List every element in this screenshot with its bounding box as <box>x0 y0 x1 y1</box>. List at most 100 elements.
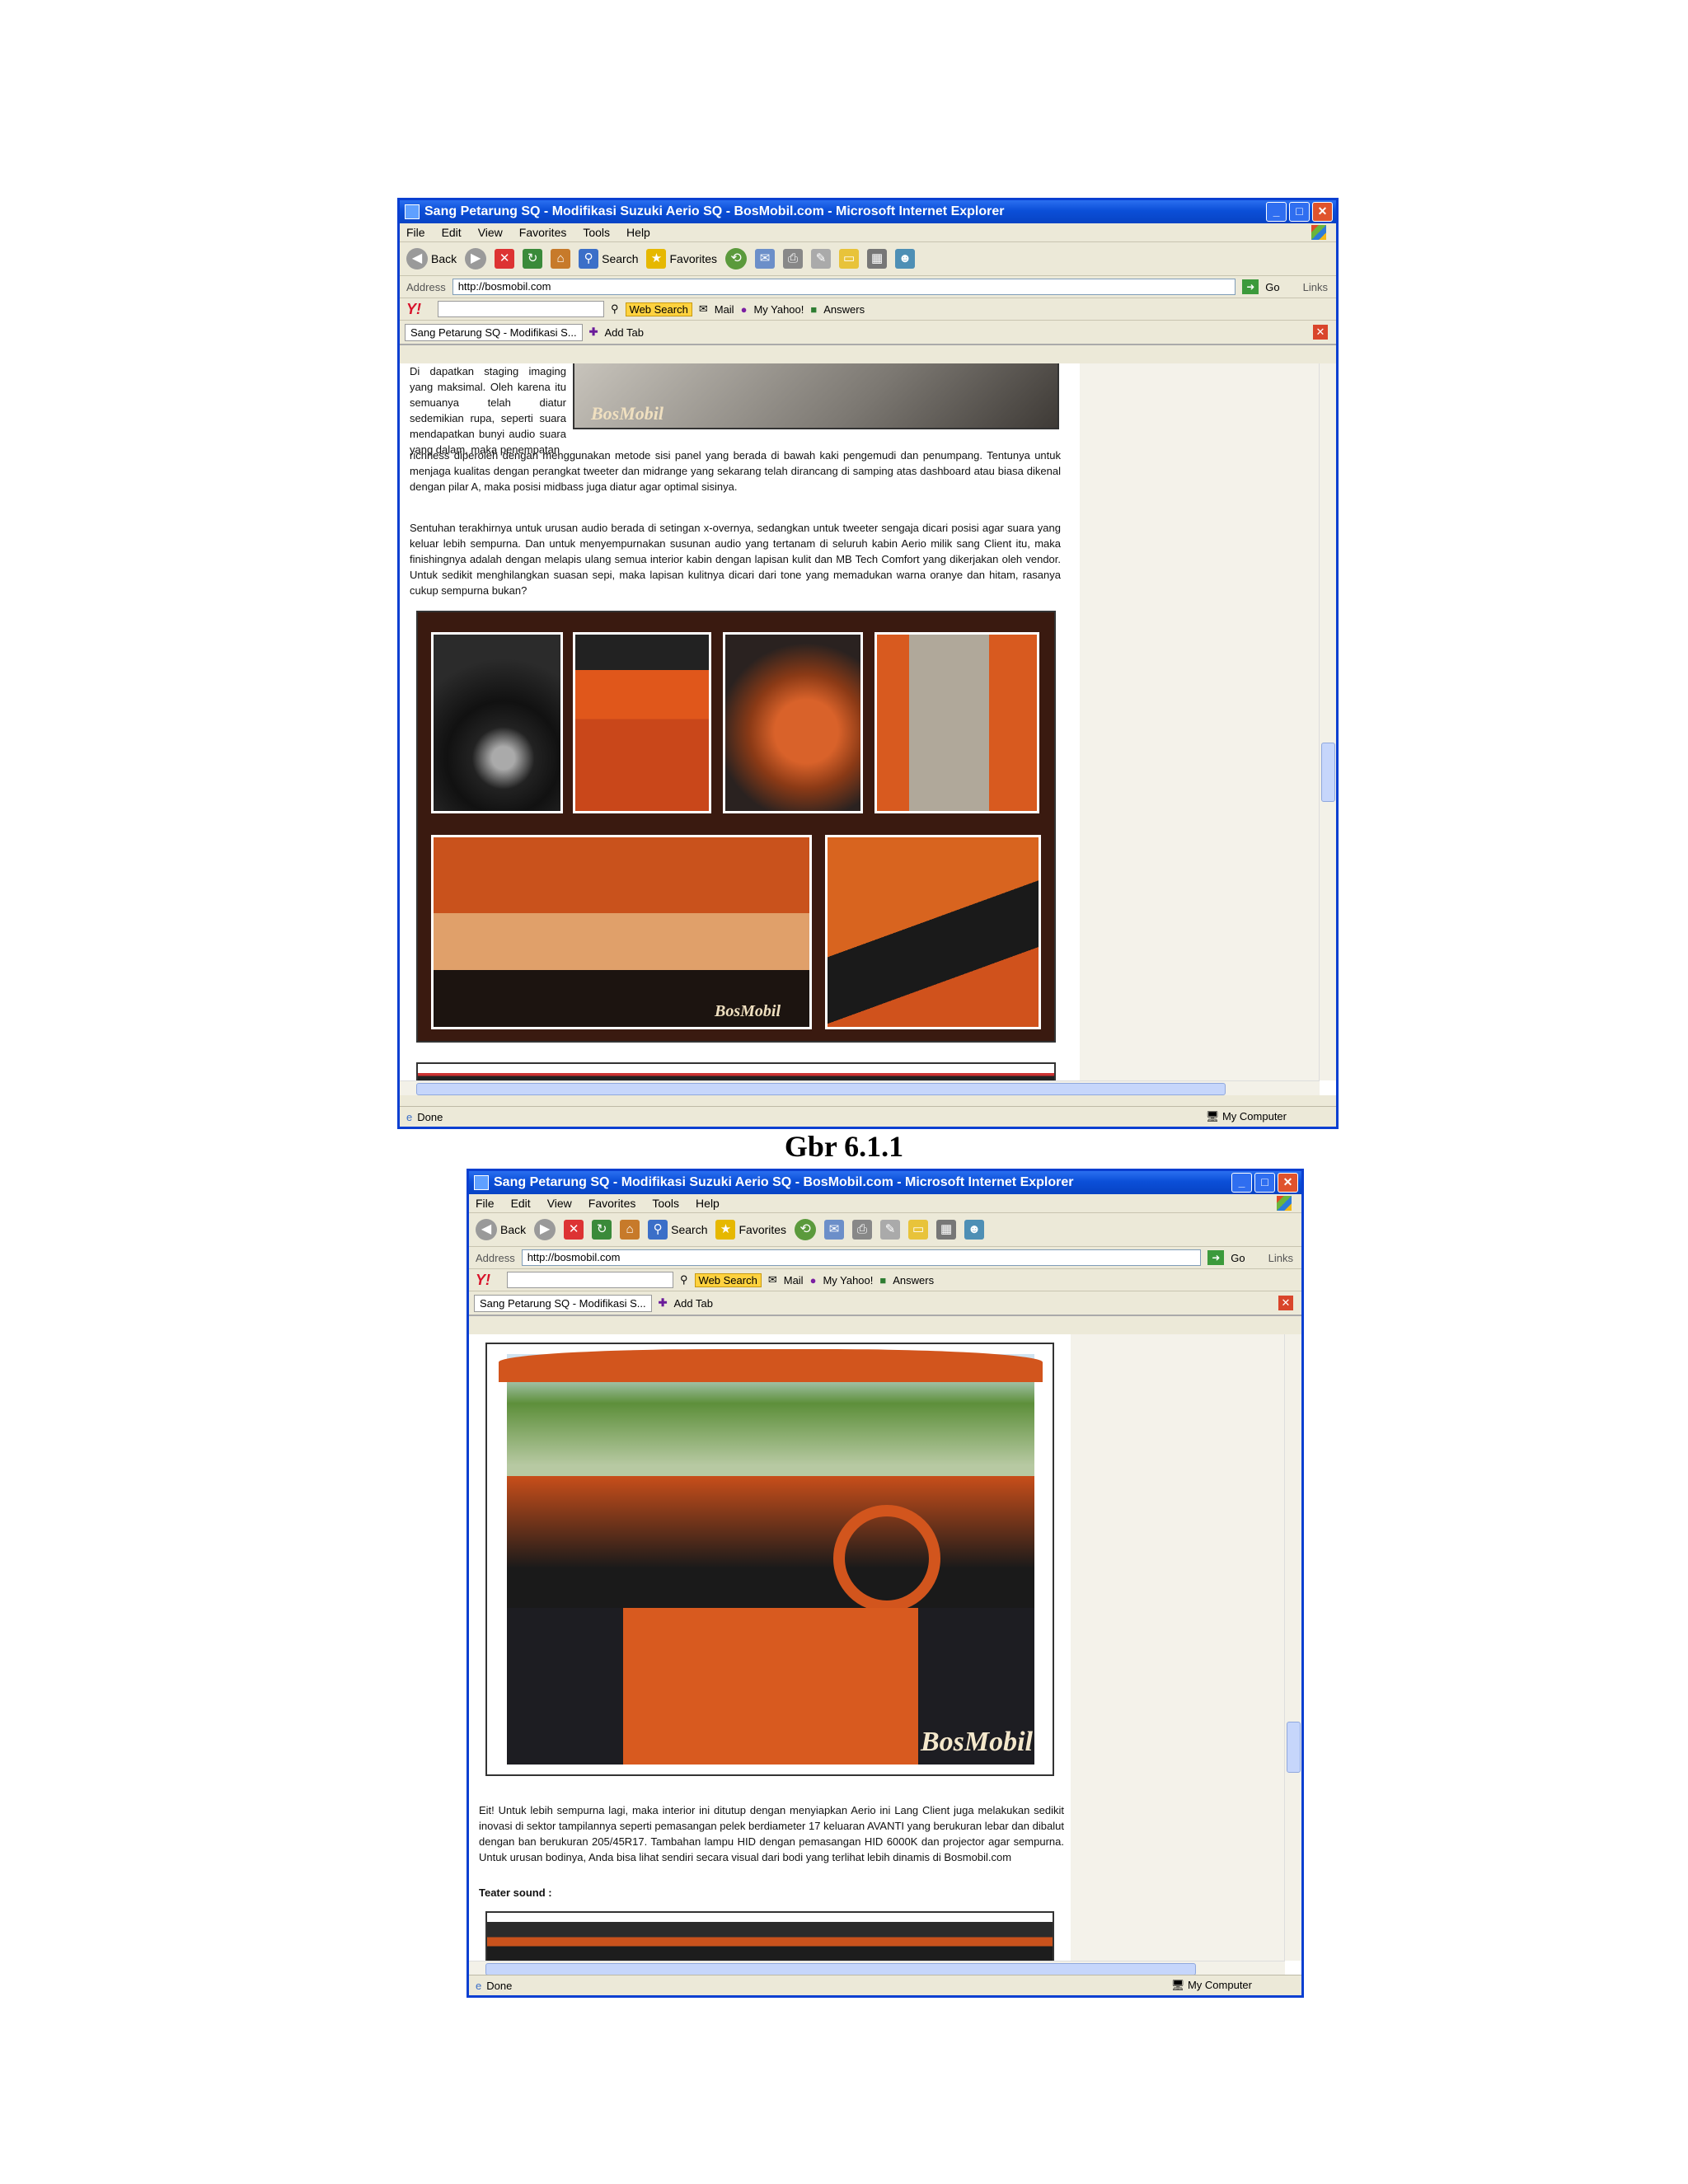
history-icon[interactable]: ⟲ <box>725 248 748 269</box>
vertical-scrollbar[interactable] <box>1319 363 1336 1080</box>
mail-icon[interactable]: ✉ <box>755 249 776 269</box>
toolbar: ◀ Back ▶ ✕ ↻ ⌂ ⚲ Search ★ Favorites ⟲ ✉ ⎙ ✎… <box>400 242 1336 276</box>
refresh-icon[interactable]: ↻ <box>592 1220 612 1240</box>
yahoo-search-input[interactable] <box>438 301 604 317</box>
collage-dashboard <box>825 835 1041 1029</box>
web-search-button[interactable]: Web Search <box>625 302 692 316</box>
maximize-button[interactable]: □ <box>1289 202 1310 222</box>
ie-icon <box>474 1175 489 1190</box>
menu-help[interactable]: Help <box>696 1197 720 1210</box>
add-tab-button[interactable]: Add Tab <box>605 326 644 339</box>
car-photo-top: BosMobil <box>573 363 1059 429</box>
audio-collage-photo: BosMobil <box>416 611 1056 1043</box>
add-tab-icon[interactable]: ✚ <box>659 1296 668 1310</box>
horizontal-scrollbar[interactable] <box>469 1961 1285 1975</box>
address-label: Address <box>406 280 446 293</box>
mail-icon[interactable]: ✉ <box>768 1273 777 1286</box>
stop-icon[interactable]: ✕ <box>495 249 515 269</box>
maximize-button[interactable]: □ <box>1254 1173 1275 1193</box>
search-icon[interactable]: ⚲ <box>611 302 619 316</box>
go-button[interactable]: Go <box>1231 1252 1245 1264</box>
links-button[interactable]: Links <box>1268 1252 1301 1264</box>
menu-view[interactable]: View <box>547 1197 572 1210</box>
window-title: Sang Petarung SQ - Modifikasi Suzuki Aer… <box>494 1175 1074 1189</box>
yahoo-mail-link[interactable]: Mail <box>784 1274 804 1286</box>
menu-favorites[interactable]: Favorites <box>588 1197 636 1210</box>
mail-icon[interactable]: ✉ <box>824 1220 845 1240</box>
search-icon[interactable]: ⚲ <box>680 1273 688 1286</box>
yahoo-mail-link[interactable]: Mail <box>715 303 734 316</box>
vertical-scrollbar[interactable] <box>1284 1334 1301 1961</box>
menu-edit[interactable]: Edit <box>442 226 462 239</box>
yahoo-search-input[interactable] <box>507 1272 673 1288</box>
menu-file[interactable]: File <box>476 1197 495 1210</box>
address-input[interactable]: http://bosmobil.com <box>521 1249 1202 1266</box>
collage-door-panel <box>874 632 1039 813</box>
print-icon[interactable]: ⎙ <box>783 249 804 269</box>
menu-edit[interactable]: Edit <box>511 1197 531 1210</box>
go-arrow-icon[interactable]: ➜ <box>1242 279 1259 294</box>
web-search-button[interactable]: Web Search <box>694 1272 762 1287</box>
figure-caption: Gbr 6.1.1 <box>784 1130 904 1163</box>
answers-link[interactable]: Answers <box>823 303 865 316</box>
close-tab-icon[interactable]: ✕ <box>1278 1296 1293 1310</box>
home-icon[interactable]: ⌂ <box>551 249 571 269</box>
vertical-scroll-thumb[interactable] <box>1287 1722 1301 1773</box>
menu-bar: File Edit View Favorites Tools Help <box>469 1194 1301 1213</box>
answers-link[interactable]: Answers <box>893 1274 934 1286</box>
my-yahoo-link[interactable]: My Yahoo! <box>753 303 804 316</box>
refresh-icon[interactable]: ↻ <box>523 249 543 269</box>
forward-button[interactable]: ▶ <box>534 1219 556 1240</box>
menu-file[interactable]: File <box>406 226 425 239</box>
menu-tools[interactable]: Tools <box>583 226 610 239</box>
horizontal-scroll-thumb[interactable] <box>416 1083 1226 1095</box>
search-button[interactable]: ⚲ Search <box>648 1220 707 1240</box>
search-button[interactable]: ⚲ Search <box>579 249 638 269</box>
edit-icon[interactable]: ✎ <box>811 249 832 269</box>
mail-icon[interactable]: ✉ <box>699 302 708 316</box>
history-icon[interactable]: ⟲ <box>795 1219 817 1240</box>
menu-view[interactable]: View <box>478 226 503 239</box>
messenger-icon[interactable]: ☻ <box>964 1220 985 1240</box>
yahoo-logo-icon: Y! <box>406 300 421 317</box>
side-panel <box>1080 363 1320 1095</box>
add-tab-icon[interactable]: ✚ <box>589 326 598 339</box>
close-button[interactable]: ✕ <box>1278 1173 1298 1193</box>
minimize-button[interactable]: _ <box>1231 1173 1252 1193</box>
folder-icon[interactable]: ▭ <box>839 249 860 269</box>
address-bar: Address http://bosmobil.com ➜ Go Links <box>469 1247 1301 1269</box>
back-button[interactable]: ◀ Back <box>476 1219 526 1240</box>
go-arrow-icon[interactable]: ➜ <box>1207 1250 1225 1265</box>
forward-button[interactable]: ▶ <box>465 248 487 269</box>
tab-active[interactable]: Sang Petarung SQ - Modifikasi S... <box>474 1294 652 1312</box>
close-tab-icon[interactable]: ✕ <box>1313 325 1328 340</box>
answers-icon: ■ <box>810 302 818 316</box>
tab-active[interactable]: Sang Petarung SQ - Modifikasi S... <box>405 323 583 341</box>
messenger-icon[interactable]: ☻ <box>895 249 916 269</box>
home-icon[interactable]: ⌂ <box>620 1220 640 1240</box>
folder-icon[interactable]: ▭ <box>908 1220 929 1240</box>
menu-help[interactable]: Help <box>626 226 650 239</box>
add-tab-button[interactable]: Add Tab <box>674 1297 713 1310</box>
favorites-button[interactable]: ★ Favorites <box>715 1220 786 1240</box>
research-icon[interactable]: ▦ <box>867 249 888 269</box>
menu-favorites[interactable]: Favorites <box>519 226 567 239</box>
menu-tools[interactable]: Tools <box>652 1197 679 1210</box>
my-yahoo-link[interactable]: My Yahoo! <box>823 1274 873 1286</box>
minimize-button[interactable]: _ <box>1266 202 1287 222</box>
address-input[interactable]: http://bosmobil.com <box>452 279 1236 295</box>
horizontal-scrollbar[interactable] <box>400 1080 1320 1095</box>
go-button[interactable]: Go <box>1265 281 1279 293</box>
tab-bar: Sang Petarung SQ - Modifikasi S... ✚ Add… <box>469 1291 1301 1316</box>
close-button[interactable]: ✕ <box>1312 202 1333 222</box>
research-icon[interactable]: ▦ <box>936 1220 957 1240</box>
horizontal-scroll-thumb[interactable] <box>485 1963 1196 1975</box>
back-button[interactable]: ◀ Back <box>406 248 457 269</box>
edit-icon[interactable]: ✎ <box>880 1220 901 1240</box>
favorites-button[interactable]: ★ Favorites <box>646 249 717 269</box>
stop-icon[interactable]: ✕ <box>564 1220 584 1240</box>
vertical-scroll-thumb[interactable] <box>1321 743 1335 802</box>
yahoo-toolbar: Y! ⚲ Web Search ✉ Mail ● My Yahoo! ■ Ans… <box>400 298 1336 321</box>
links-button[interactable]: Links <box>1303 281 1336 293</box>
print-icon[interactable]: ⎙ <box>852 1220 873 1240</box>
